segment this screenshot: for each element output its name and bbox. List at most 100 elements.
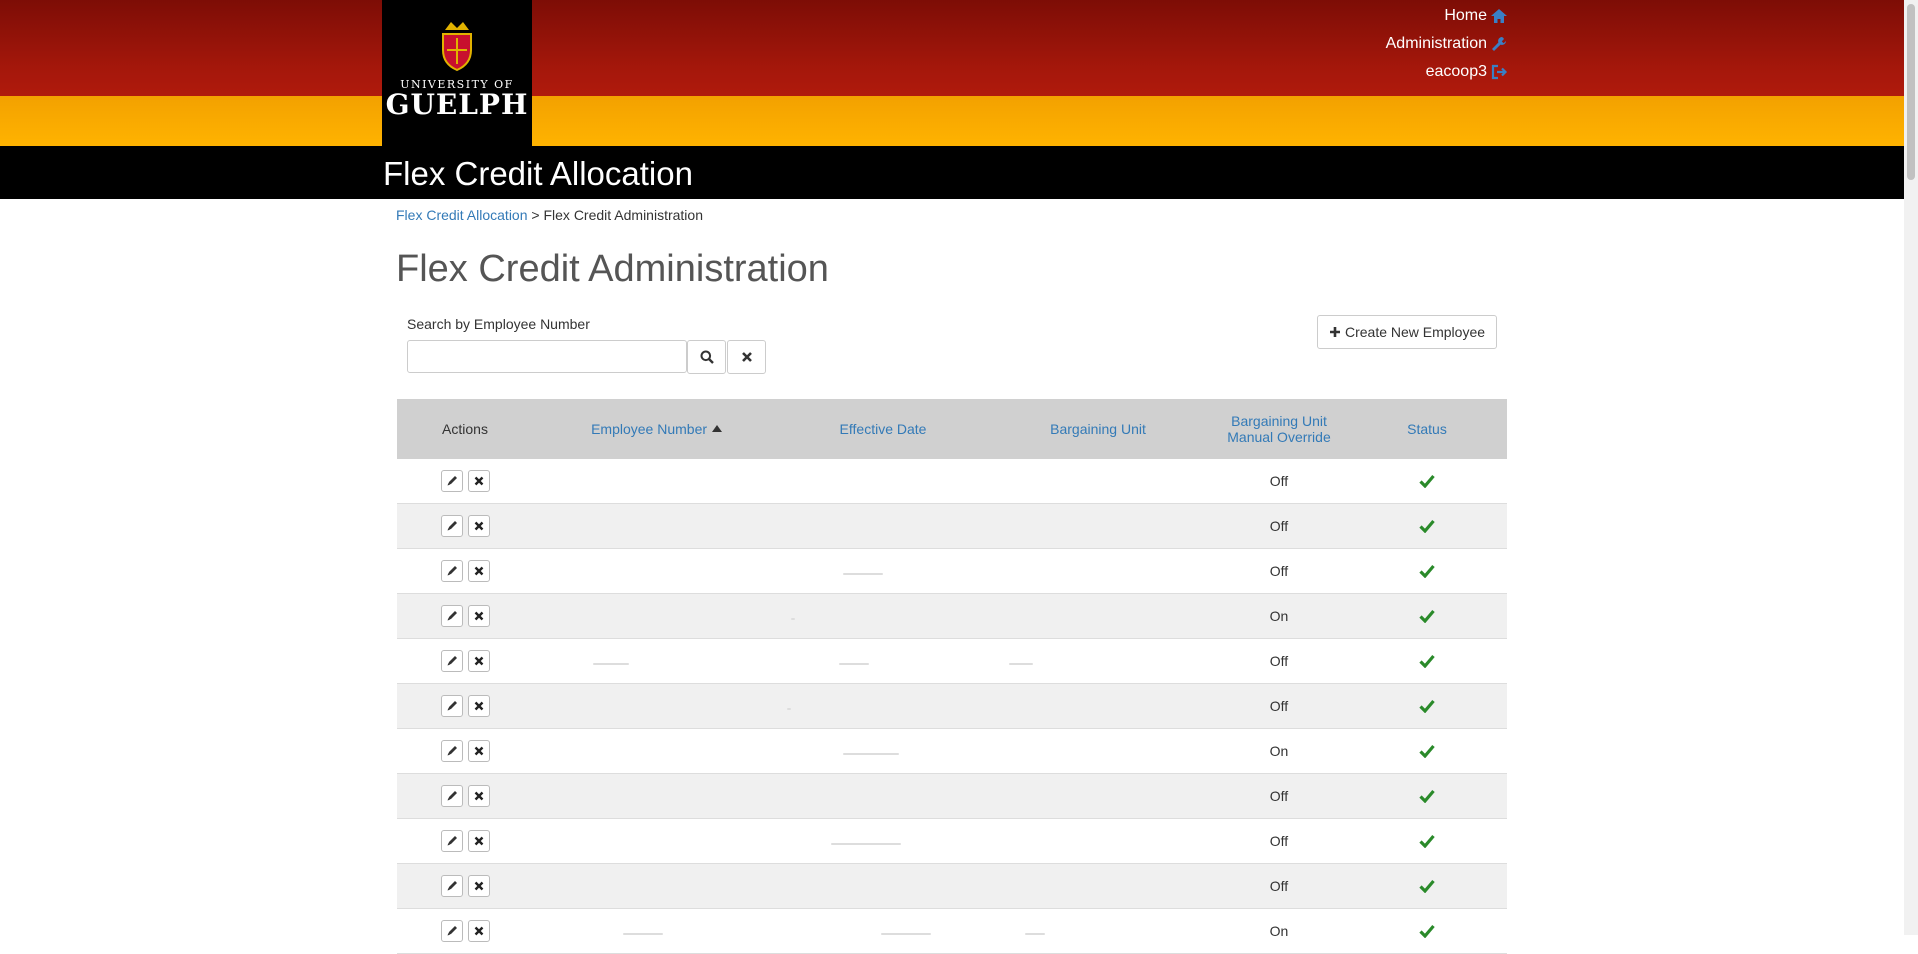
page-title: Flex Credit Administration (396, 248, 829, 290)
pencil-icon (447, 881, 457, 891)
scrollbar[interactable] (1904, 0, 1918, 935)
column-header-employee-number-label: Employee Number (591, 421, 708, 437)
delete-button[interactable] (467, 470, 490, 492)
search-button[interactable] (687, 340, 726, 374)
edit-button[interactable] (440, 605, 463, 627)
wrench-icon (1490, 35, 1508, 53)
redacted-value (787, 708, 791, 710)
edit-button[interactable] (440, 470, 463, 492)
check-icon (1419, 474, 1435, 488)
cell-effective-date (781, 832, 985, 850)
nav-home-link[interactable]: Home (1386, 2, 1508, 30)
close-icon (474, 881, 483, 891)
close-icon (474, 611, 483, 621)
column-header-actions: Actions (442, 421, 488, 437)
redacted-value (843, 753, 899, 755)
header-gold-band (0, 96, 1904, 146)
row-actions (397, 695, 533, 717)
delete-button[interactable] (467, 560, 490, 582)
edit-button[interactable] (440, 650, 463, 672)
sign-out-icon (1490, 63, 1508, 81)
cell-status (1347, 609, 1507, 623)
delete-button[interactable] (467, 785, 490, 807)
pencil-icon (447, 656, 457, 666)
breadcrumb-link[interactable]: Flex Credit Allocation (396, 207, 528, 223)
edit-button[interactable] (440, 515, 463, 537)
delete-button[interactable] (467, 650, 490, 672)
row-actions (397, 605, 533, 627)
delete-button[interactable] (467, 605, 490, 627)
table-body: Off Off Off On Off Off On Off Off Off On (397, 459, 1507, 954)
breadcrumb: Flex Credit Allocation > Flex Credit Adm… (396, 207, 703, 223)
column-header-manual-override[interactable]: Bargaining Unit Manual Override (1211, 413, 1347, 445)
cell-effective-date (781, 607, 985, 625)
edit-button[interactable] (440, 830, 463, 852)
edit-button[interactable] (440, 920, 463, 942)
check-icon (1419, 654, 1435, 668)
row-actions (397, 560, 533, 582)
table-row: Off (397, 684, 1507, 729)
cell-status (1347, 924, 1507, 938)
table-row: Off (397, 774, 1507, 819)
delete-button[interactable] (467, 830, 490, 852)
table-row: On (397, 729, 1507, 774)
row-actions (397, 875, 533, 897)
pencil-icon (447, 521, 457, 531)
cell-status (1347, 519, 1507, 533)
close-icon (474, 701, 483, 711)
column-header-effective-date[interactable]: Effective Date (781, 421, 985, 437)
table-row: Off (397, 504, 1507, 549)
scrollbar-thumb[interactable] (1907, 4, 1915, 180)
create-new-employee-label: Create New Employee (1344, 324, 1486, 340)
university-logo[interactable]: UNIVERSITY OF GUELPH (382, 0, 532, 146)
cell-status (1347, 564, 1507, 578)
cell-effective-date (781, 922, 985, 940)
search-icon (700, 350, 714, 364)
delete-button[interactable] (467, 875, 490, 897)
table-header: Actions Employee Number Effective Date B… (397, 399, 1507, 459)
employee-table: Actions Employee Number Effective Date B… (397, 399, 1507, 954)
nav-user-link[interactable]: eacoop3 (1386, 58, 1508, 86)
clear-search-button[interactable] (727, 340, 766, 374)
edit-button[interactable] (440, 560, 463, 582)
delete-button[interactable] (467, 740, 490, 762)
redacted-value (1009, 663, 1033, 665)
check-icon (1419, 519, 1435, 533)
cell-manual-override: On (1269, 608, 1289, 624)
cell-manual-override: Off (1269, 653, 1289, 669)
pencil-icon (447, 926, 457, 936)
check-icon (1419, 609, 1435, 623)
row-actions (397, 830, 533, 852)
check-icon (1419, 924, 1435, 938)
nav-administration-label: Administration (1385, 35, 1487, 52)
check-icon (1419, 879, 1435, 893)
cell-manual-override: On (1269, 743, 1289, 759)
edit-button[interactable] (440, 740, 463, 762)
column-header-bargaining-unit[interactable]: Bargaining Unit (985, 421, 1211, 437)
cell-manual-override: Off (1269, 698, 1289, 714)
breadcrumb-current: Flex Credit Administration (543, 207, 703, 223)
delete-button[interactable] (467, 920, 490, 942)
delete-button[interactable] (467, 515, 490, 537)
edit-button[interactable] (440, 785, 463, 807)
cell-manual-override: Off (1269, 878, 1289, 894)
cell-status (1347, 879, 1507, 893)
delete-button[interactable] (467, 695, 490, 717)
cell-effective-date (781, 742, 985, 760)
create-new-employee-button[interactable]: Create New Employee (1317, 315, 1497, 349)
title-bar (0, 146, 1904, 199)
column-header-status[interactable]: Status (1347, 421, 1507, 437)
cell-bargaining-unit (985, 922, 1211, 940)
search-input[interactable] (407, 340, 687, 373)
edit-button[interactable] (440, 875, 463, 897)
pencil-icon (447, 746, 457, 756)
edit-button[interactable] (440, 695, 463, 717)
check-icon (1419, 564, 1435, 578)
column-header-employee-number[interactable]: Employee Number (533, 421, 781, 437)
cell-manual-override: Off (1269, 833, 1289, 849)
cell-status (1347, 699, 1507, 713)
cell-manual-override: Off (1269, 473, 1289, 489)
redacted-value (831, 843, 901, 845)
crest-icon (442, 22, 472, 72)
nav-administration-link[interactable]: Administration (1386, 30, 1508, 58)
